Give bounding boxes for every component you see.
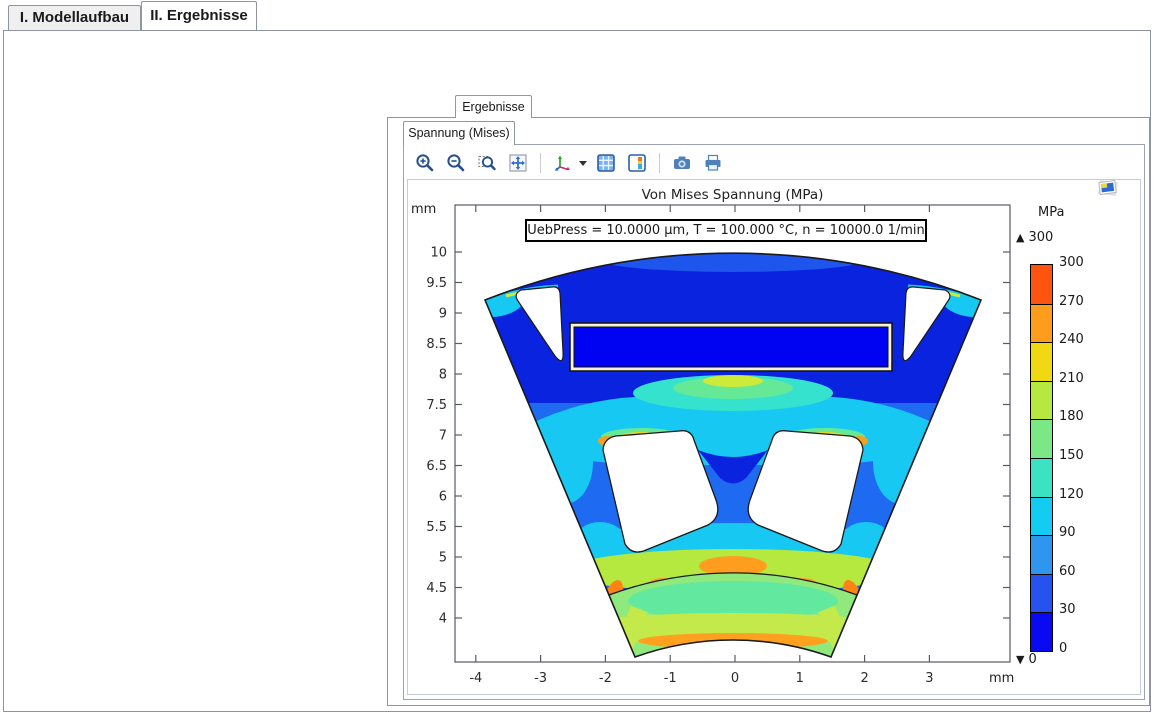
svg-text:-4: -4 [469, 671, 482, 686]
legend-min-marker: ▼0 [1016, 652, 1037, 667]
legend-unit: MPa [1038, 205, 1064, 220]
legend-band [1031, 342, 1052, 381]
svg-text:6.5: 6.5 [426, 459, 447, 474]
legend-tick-label: 300 [1059, 255, 1099, 270]
toolbar-separator [659, 153, 660, 173]
legend-tick-label: 270 [1059, 294, 1099, 309]
tab-ergebnisse[interactable]: II. Ergebnisse [141, 1, 257, 30]
legend-band [1031, 497, 1052, 536]
svg-text:-3: -3 [534, 671, 547, 686]
legend-tick-label: 90 [1059, 525, 1099, 540]
legend-band [1031, 419, 1052, 458]
magnet-bar [570, 323, 892, 371]
legend-band [1031, 612, 1052, 651]
legend-tick-label: 0 [1059, 641, 1099, 656]
tab-spannung-mises[interactable]: Spannung (Mises) [403, 121, 515, 145]
default-view-icon[interactable] [551, 152, 575, 174]
zoom-in-icon[interactable] [413, 152, 437, 174]
legend-band [1031, 574, 1052, 613]
max-marker-icon: ▲ [1016, 231, 1024, 244]
svg-text:4.5: 4.5 [426, 581, 447, 596]
legend-tick-label: 180 [1059, 409, 1099, 424]
svg-text:5: 5 [439, 551, 447, 566]
svg-text:8: 8 [439, 368, 447, 383]
plot-annotation: UebPress = 10.0000 µm, T = 100.000 °C, n… [525, 219, 927, 242]
legend-tick-label: 150 [1059, 448, 1099, 463]
svg-text:0: 0 [731, 671, 739, 686]
zoom-box-icon[interactable] [475, 152, 499, 174]
plot-snapshot-thumb-icon[interactable] [1096, 176, 1120, 205]
legend-max-value: 300 [1028, 230, 1053, 245]
show-legend-icon[interactable] [625, 152, 649, 174]
svg-text:7.5: 7.5 [426, 398, 447, 413]
svg-text:7: 7 [439, 429, 447, 444]
svg-text:9: 9 [439, 307, 447, 322]
svg-text:8.5: 8.5 [426, 337, 447, 352]
plot-title: Von Mises Spannung (MPa) [455, 187, 1010, 203]
x-axis-unit: mm [989, 671, 1014, 686]
legend-tick-label: 240 [1059, 332, 1099, 347]
y-axis-unit: mm [411, 202, 436, 217]
min-marker-icon: ▼ [1016, 653, 1024, 666]
toolbar-separator [540, 153, 541, 173]
legend-band [1031, 381, 1052, 420]
legend-tick-label: 120 [1059, 487, 1099, 502]
legend-tick-label: 60 [1059, 564, 1099, 579]
svg-text:5.5: 5.5 [426, 520, 447, 535]
legend-band [1031, 535, 1052, 574]
stress-field-art [455, 205, 1010, 662]
svg-text:10: 10 [430, 246, 447, 261]
svg-text:3: 3 [925, 671, 933, 686]
tab-ergebnisse-plot[interactable]: Ergebnisse [455, 95, 532, 118]
legend-tick-label: 30 [1059, 602, 1099, 617]
zoom-out-icon[interactable] [444, 152, 468, 174]
svg-text:6: 6 [439, 490, 447, 505]
svg-text:4: 4 [439, 612, 447, 627]
legend-band [1031, 458, 1052, 497]
svg-text:9.5: 9.5 [426, 276, 447, 291]
snapshot-camera-icon[interactable] [670, 152, 694, 174]
legend-min-value: 0 [1028, 652, 1036, 667]
legend-band [1031, 304, 1052, 343]
show-grid-icon[interactable] [594, 152, 618, 174]
tab-modellaufbau[interactable]: I. Modellaufbau [8, 5, 141, 30]
svg-text:2: 2 [860, 671, 868, 686]
legend-max-marker: ▲ 300 [1016, 230, 1053, 245]
svg-text:1: 1 [796, 671, 804, 686]
svg-text:-2: -2 [599, 671, 612, 686]
legend-band [1031, 265, 1052, 304]
legend-colorbar [1030, 264, 1053, 652]
app-window: I. Modellaufbau II. Ergebnisse i Letzte … [0, 0, 1157, 720]
zoom-extents-icon[interactable] [506, 152, 530, 174]
default-view-dropdown-icon[interactable] [579, 161, 587, 166]
graphics-toolbar [413, 149, 1133, 177]
svg-text:-1: -1 [664, 671, 677, 686]
print-icon[interactable] [701, 152, 725, 174]
legend-tick-label: 210 [1059, 371, 1099, 386]
